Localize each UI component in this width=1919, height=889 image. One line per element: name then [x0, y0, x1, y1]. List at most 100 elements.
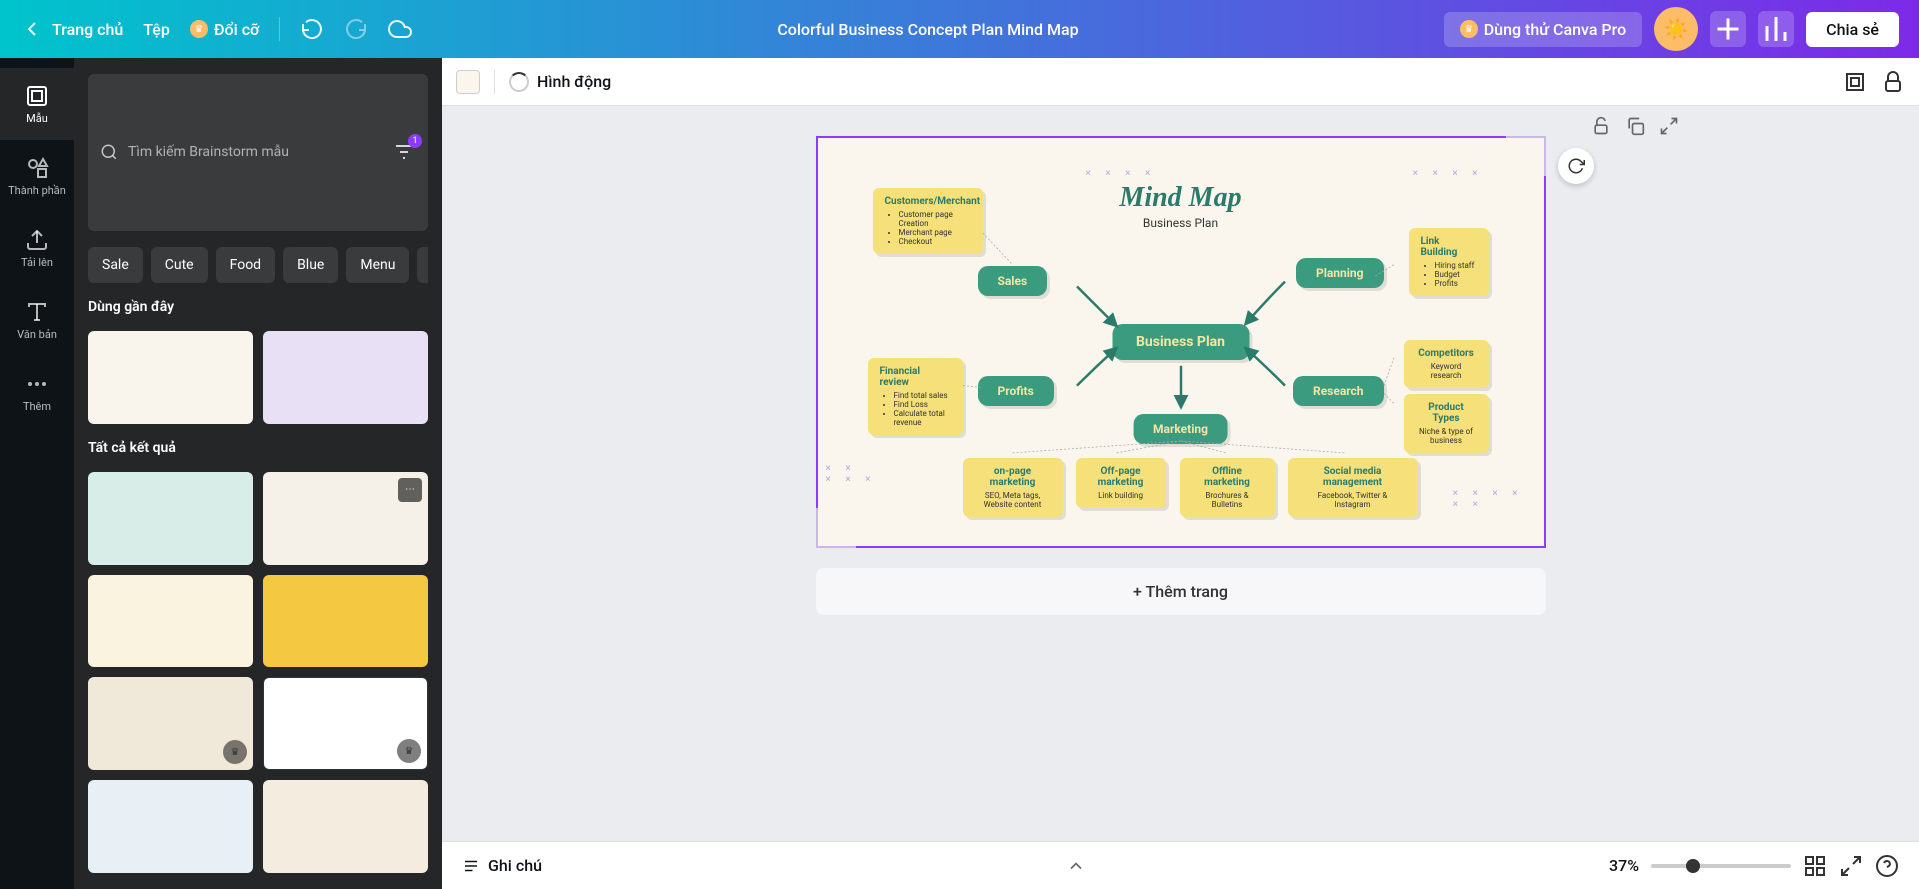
- node-items: Hiring staff Budget Profits: [1421, 261, 1477, 288]
- template-thumb[interactable]: [88, 472, 253, 565]
- document-title[interactable]: Colorful Business Concept Plan Mind Map: [432, 20, 1423, 39]
- node-title: Financial review: [880, 366, 951, 388]
- pro-badge-icon: ♛: [223, 740, 247, 764]
- search-input[interactable]: [128, 144, 382, 160]
- node-offpage[interactable]: Off-page marketing Link building: [1076, 458, 1166, 508]
- share-button[interactable]: Chia sẻ: [1806, 12, 1899, 47]
- animate-button[interactable]: Hình động: [509, 72, 611, 92]
- undo-button[interactable]: [300, 17, 324, 41]
- template-thumb[interactable]: [263, 575, 428, 668]
- chip-cute[interactable]: Cute: [151, 247, 208, 283]
- template-thumb[interactable]: [88, 575, 253, 668]
- duplicate-page-button[interactable]: [1625, 116, 1645, 136]
- template-thumb[interactable]: [88, 780, 253, 873]
- results-grid: ⋯ ♛ ♛: [88, 472, 428, 873]
- zoom-percentage[interactable]: 37%: [1609, 856, 1639, 875]
- chip-blue[interactable]: Blue: [283, 247, 338, 283]
- node-offline[interactable]: Offline marketing Brochures & Bulletins: [1180, 458, 1275, 517]
- expand-page-button[interactable]: [1659, 116, 1679, 136]
- canvas-viewport[interactable]: × × × × × × × × × × × ×× × × ×× × × Mind…: [442, 106, 1919, 841]
- elements-icon: [25, 156, 49, 180]
- chip-sale[interactable]: Sale: [88, 247, 143, 283]
- bottom-bar: Ghi chú 37%: [442, 841, 1919, 889]
- search-box[interactable]: 1: [88, 74, 428, 231]
- recent-section-title: Dùng gần đây: [88, 299, 428, 315]
- recent-grid: [88, 331, 428, 424]
- node-sub: Niche & type of business: [1416, 427, 1477, 445]
- position-button[interactable]: [1843, 70, 1867, 94]
- home-button[interactable]: Trang chủ: [20, 17, 123, 41]
- node-financial[interactable]: Financial review Find total sales Find L…: [868, 358, 963, 435]
- add-button[interactable]: [1710, 11, 1746, 47]
- more-icon: [25, 372, 49, 396]
- canvas-page[interactable]: × × × × × × × × × × × ×× × × ×× × × Mind…: [816, 136, 1546, 548]
- node-profits[interactable]: Profits: [978, 376, 1054, 406]
- nav-more-label: Thêm: [23, 400, 51, 413]
- node-title: Offline marketing: [1192, 466, 1263, 488]
- crown-icon: ♛: [1460, 20, 1478, 38]
- filter-button[interactable]: 1: [392, 140, 416, 164]
- template-thumb[interactable]: ⋯: [263, 472, 428, 565]
- try-pro-button[interactable]: ♛ Dùng thử Canva Pro: [1444, 12, 1642, 47]
- fullscreen-button[interactable]: [1839, 854, 1863, 878]
- node-planning[interactable]: Planning: [1296, 258, 1384, 288]
- node-sub: Facebook, Twitter & Instagram: [1300, 491, 1406, 509]
- resize-button[interactable]: ♛ Đổi cỡ: [190, 20, 259, 39]
- insights-button[interactable]: [1758, 11, 1794, 47]
- add-page-button[interactable]: + Thêm trang: [816, 568, 1546, 615]
- decoration: × × × ×× ×: [1453, 488, 1524, 510]
- template-thumb[interactable]: [88, 331, 253, 424]
- nav-text-label: Văn bản: [17, 328, 57, 341]
- help-button[interactable]: [1875, 854, 1899, 878]
- nav-uploads[interactable]: Tải lên: [0, 212, 74, 284]
- pro-badge-icon: ♛: [397, 739, 421, 763]
- notes-button[interactable]: Ghi chú: [462, 856, 542, 875]
- nav-uploads-label: Tải lên: [21, 256, 53, 269]
- node-marketing[interactable]: Marketing: [1133, 414, 1228, 444]
- filter-chips: Sale Cute Food Blue Menu Tra: [88, 247, 428, 283]
- template-thumb[interactable]: [263, 331, 428, 424]
- grid-view-button[interactable]: [1803, 854, 1827, 878]
- template-thumb[interactable]: ♛: [263, 677, 428, 770]
- template-thumb[interactable]: [263, 780, 428, 873]
- zoom-slider[interactable]: [1651, 864, 1791, 868]
- redo-button[interactable]: [344, 17, 368, 41]
- nav-text[interactable]: Văn bản: [0, 284, 74, 356]
- node-product-types[interactable]: Product Types Niche & type of business: [1404, 394, 1489, 453]
- nav-more[interactable]: Thêm: [0, 356, 74, 428]
- cloud-sync-icon[interactable]: [388, 17, 412, 41]
- page-actions: [1591, 116, 1679, 136]
- node-customers[interactable]: Customers/Merchant Customer page Creatio…: [873, 188, 983, 254]
- file-button[interactable]: Tệp: [143, 20, 170, 39]
- node-competitors[interactable]: Competitors Keyword research: [1404, 340, 1489, 388]
- title-text: Mind Map: [1119, 182, 1241, 214]
- chip-menu[interactable]: Menu: [346, 247, 409, 283]
- node-research[interactable]: Research: [1293, 376, 1384, 406]
- node-onpage[interactable]: on-page marketing SEO, Meta tags, Websit…: [963, 458, 1063, 517]
- node-sales[interactable]: Sales: [978, 266, 1048, 296]
- thumb-more-button[interactable]: ⋯: [398, 478, 422, 502]
- background-color-swatch[interactable]: [456, 70, 480, 94]
- node-center[interactable]: Business Plan: [1112, 324, 1249, 360]
- nav-elements[interactable]: Thành phần: [0, 140, 74, 212]
- node-sub: Link building: [1088, 491, 1154, 500]
- unlock-page-button[interactable]: [1591, 116, 1611, 136]
- node-sub: SEO, Meta tags, Website content: [975, 491, 1051, 509]
- lock-button[interactable]: [1881, 70, 1905, 94]
- templates-sidebar: 1 Sale Cute Food Blue Menu Tra Dùng gần …: [74, 58, 442, 889]
- chip-travel[interactable]: Tra: [417, 247, 428, 283]
- regenerate-button[interactable]: [1558, 148, 1594, 184]
- expand-tray-button[interactable]: [1056, 856, 1096, 876]
- notes-label: Ghi chú: [488, 856, 542, 875]
- chip-food[interactable]: Food: [216, 247, 275, 283]
- user-avatar[interactable]: ☀️: [1654, 7, 1698, 51]
- node-link-building[interactable]: Link Building Hiring staff Budget Profit…: [1409, 228, 1489, 296]
- toolbar-right: [1843, 70, 1905, 94]
- template-thumb[interactable]: ♛: [88, 677, 253, 770]
- chevron-left-icon: [20, 17, 44, 41]
- nav-templates[interactable]: Mẫu: [0, 68, 74, 140]
- pro-label: Dùng thử Canva Pro: [1484, 20, 1626, 39]
- zoom-slider-thumb[interactable]: [1686, 859, 1700, 873]
- node-social[interactable]: Social media management Facebook, Twitte…: [1288, 458, 1418, 517]
- decoration: [1506, 136, 1546, 176]
